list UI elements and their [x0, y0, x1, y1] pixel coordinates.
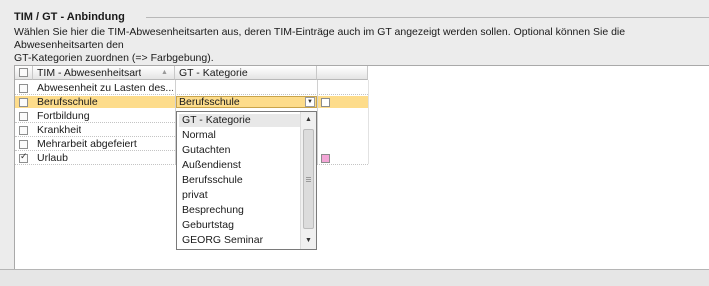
row-absence-type: Berufsschule — [37, 96, 98, 108]
table-row[interactable]: Abwesenheit zu Lasten des... — [15, 82, 368, 95]
row-absence-type: Urlaub — [37, 152, 68, 164]
header-absence-type-label: TIM - Abwesenheitsart — [37, 67, 142, 79]
table-row-selected[interactable]: Berufsschule Berufsschule ▼ — [15, 96, 368, 108]
column-divider — [317, 80, 318, 164]
row-absence-type: Mehrarbeit abgefeiert — [37, 138, 137, 150]
grid-header: TIM - Abwesenheitsart ▲ GT - Kategorie — [15, 66, 368, 80]
scroll-up-icon[interactable]: ▲ — [302, 113, 315, 126]
header-color[interactable] — [317, 66, 368, 80]
dropdown-item[interactable]: Außendienst — [179, 159, 301, 172]
scrollbar-thumb[interactable] — [303, 129, 314, 229]
row-checkbox[interactable] — [19, 84, 28, 93]
mapping-grid: TIM - Abwesenheitsart ▲ GT - Kategorie A… — [14, 65, 709, 269]
header-category-label: GT - Kategorie — [179, 67, 248, 79]
header-checkbox-cell[interactable] — [15, 66, 33, 80]
color-swatch[interactable] — [321, 154, 330, 163]
scroll-down-icon[interactable]: ▼ — [302, 234, 315, 247]
column-divider — [368, 80, 369, 164]
dropdown-item[interactable]: GEORG Seminar — [179, 234, 301, 247]
row-checkbox[interactable] — [19, 140, 28, 149]
dropdown-item[interactable]: Gutachten — [179, 144, 301, 157]
dropdown-item[interactable]: Normal — [179, 129, 301, 142]
sort-up-icon: ▲ — [161, 69, 168, 76]
color-swatch[interactable] — [321, 98, 330, 107]
combobox-value: Berufsschule — [179, 96, 240, 108]
row-checkbox-checked[interactable] — [19, 152, 28, 163]
row-checkbox[interactable] — [19, 98, 28, 107]
table-row[interactable]: Fortbildung — [15, 110, 175, 123]
group-description: Wählen Sie hier die TIM-Abwesenheitsarte… — [14, 26, 626, 64]
header-category[interactable]: GT - Kategorie — [175, 66, 317, 80]
dropdown-item[interactable]: privat — [179, 189, 301, 202]
dropdown-scrollbar[interactable]: ▲ ▼ — [300, 112, 316, 249]
bottom-panel — [0, 269, 709, 286]
group-divider — [146, 17, 709, 18]
category-combobox[interactable]: Berufsschule ▼ — [176, 96, 317, 108]
dropdown-item[interactable]: Besprechung — [179, 204, 301, 217]
table-row[interactable]: Mehrarbeit abgefeiert — [15, 138, 175, 151]
dropdown-item[interactable]: GT - Kategorie — [179, 114, 301, 127]
chevron-down-icon[interactable]: ▼ — [305, 97, 315, 107]
row-absence-type: Abwesenheit zu Lasten des... — [37, 82, 173, 94]
row-checkbox[interactable] — [19, 126, 28, 135]
dropdown-item[interactable]: Berufsschule — [179, 174, 301, 187]
header-absence-type[interactable]: TIM - Abwesenheitsart ▲ — [33, 66, 175, 80]
category-dropdown-list[interactable]: GT - Kategorie Normal Gutachten Außendie… — [176, 111, 317, 250]
table-row[interactable]: Krankheit — [15, 124, 175, 137]
dropdown-item[interactable]: Geburtstag — [179, 219, 301, 232]
group-title: TIM / GT - Anbindung — [14, 11, 125, 23]
select-all-checkbox[interactable] — [19, 68, 28, 77]
row-absence-type: Fortbildung — [37, 110, 90, 122]
row-checkbox[interactable] — [19, 112, 28, 121]
row-absence-type: Krankheit — [37, 124, 82, 136]
